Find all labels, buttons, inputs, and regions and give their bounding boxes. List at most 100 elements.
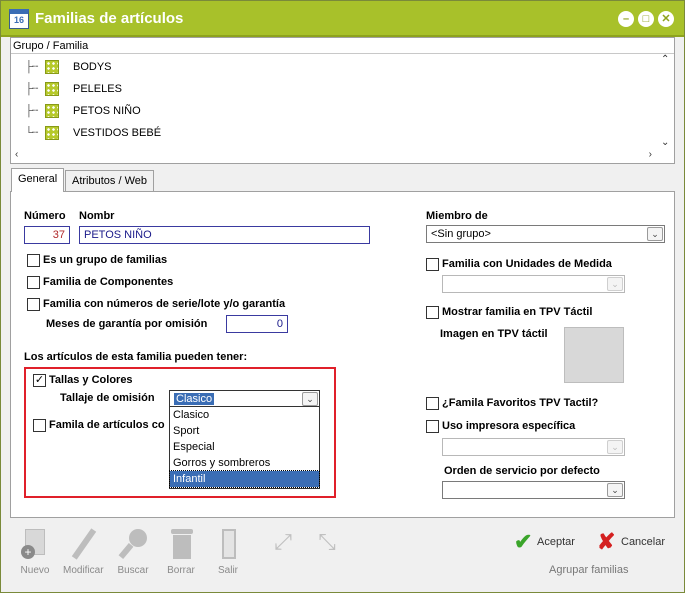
- chevron-down-icon[interactable]: ⌄: [647, 227, 663, 241]
- title-bar: 16 Familias de artículos – □ ✕: [1, 1, 684, 37]
- nuevo-label: Nuevo: [20, 565, 50, 576]
- tallas-colores-checkbox[interactable]: ✓: [33, 374, 46, 387]
- aceptar-button[interactable]: ✔ Aceptar: [514, 529, 584, 555]
- unidades-medida-select[interactable]: ⌄: [442, 275, 625, 293]
- tallaje-option[interactable]: Gorros y sombreros: [170, 455, 319, 471]
- collapse-button[interactable]: ⤡: [307, 527, 347, 565]
- tree-item-vestidos-bebe[interactable]: └╌ VESTIDOS BEBÉ: [25, 124, 161, 142]
- nombre-label: Nombr: [79, 210, 115, 222]
- salir-button[interactable]: Salir: [208, 527, 248, 576]
- articulos-heading: Los artículos de esta familia pueden ten…: [24, 351, 248, 363]
- tallaje-option[interactable]: Clasico: [170, 407, 319, 423]
- family-folder-icon: [45, 126, 59, 141]
- scroll-left-icon[interactable]: ‹: [15, 149, 18, 160]
- meses-garantia-label: Meses de garantía por omisión: [46, 318, 208, 330]
- familia-componentes-label: Familia de Componentes: [43, 276, 174, 288]
- chevron-down-icon[interactable]: ⌄: [607, 483, 623, 497]
- tree-item-bodys[interactable]: ├╌ BODYS: [25, 58, 112, 76]
- impresora-select[interactable]: ⌄: [442, 438, 625, 456]
- pencil-icon: [67, 527, 99, 561]
- buscar-label: Buscar: [117, 565, 149, 576]
- family-folder-icon: [45, 60, 59, 75]
- tallaje-dropdown-list: Clasico Sport Especial Gorros y sombrero…: [169, 406, 320, 489]
- expand-arrows-icon: ⤢: [274, 529, 292, 554]
- numero-label: Número: [24, 210, 66, 222]
- tree-item-label: VESTIDOS BEBÉ: [73, 127, 162, 139]
- familia-serie-checkbox[interactable]: [27, 298, 40, 311]
- modificar-button[interactable]: Modificar: [63, 527, 104, 576]
- unidades-medida-checkbox[interactable]: [426, 258, 439, 271]
- tallas-colores-label: Tallas y Colores: [49, 374, 133, 386]
- tree-item-label: PELELES: [73, 83, 122, 95]
- nuevo-button[interactable]: + Nuevo: [15, 527, 55, 576]
- favoritos-tpv-label: ¿Famila Favoritos TPV Tactil?: [442, 397, 599, 409]
- minimize-icon[interactable]: –: [618, 11, 634, 27]
- buscar-button[interactable]: Buscar: [113, 527, 153, 576]
- orden-servicio-select[interactable]: ⌄: [442, 481, 625, 499]
- tab-general[interactable]: General: [11, 168, 65, 192]
- tree-vertical-scrollbar[interactable]: ⌃ ⌄: [658, 54, 674, 148]
- chevron-down-icon[interactable]: ⌄: [607, 440, 623, 454]
- cancel-x-icon: ✘: [597, 529, 616, 554]
- tallaje-option[interactable]: Sport: [170, 423, 319, 439]
- uso-impresora-label: Uso impresora específica: [442, 420, 576, 432]
- familias-window: 16 Familias de artículos – □ ✕ Grupo / F…: [0, 0, 685, 593]
- tree-item-petos-nino[interactable]: ├╌ PETOS NIÑO: [25, 102, 141, 120]
- tallaje-option-highlighted[interactable]: Infantil: [169, 470, 320, 488]
- trash-icon: [165, 527, 197, 561]
- tree-connector: ├╌: [25, 105, 38, 117]
- tree-connector: └╌: [25, 127, 38, 139]
- chevron-down-icon[interactable]: ⌄: [607, 277, 623, 291]
- es-grupo-checkbox[interactable]: [27, 254, 40, 267]
- borrar-label: Borrar: [167, 565, 195, 576]
- uso-impresora-checkbox[interactable]: [426, 420, 439, 433]
- miembro-select[interactable]: <Sin grupo> ⌄: [426, 225, 665, 243]
- tree-column-header[interactable]: Grupo / Familia: [11, 38, 674, 54]
- tree-item-peleles[interactable]: ├╌ PELELES: [25, 80, 122, 98]
- familia-articulos-co-label: Famila de artículos co: [49, 419, 165, 431]
- collapse-arrows-icon: ⤡: [318, 529, 336, 554]
- imagen-tpv-placeholder[interactable]: [564, 327, 624, 383]
- tallaje-selected-value: Clasico: [174, 393, 215, 405]
- meses-garantia-field[interactable]: 0: [226, 315, 288, 333]
- family-tree: Grupo / Familia ├╌ BODYS ├╌ PELELES ├╌ PETO…: [10, 37, 675, 164]
- cancelar-button[interactable]: ✘ Cancelar: [597, 529, 667, 555]
- calendar-app-icon: 16: [9, 9, 29, 29]
- nombre-field[interactable]: PETOS NIÑO: [79, 226, 370, 244]
- scroll-up-icon[interactable]: ⌃: [661, 54, 669, 65]
- expand-button[interactable]: ⤢: [263, 527, 303, 565]
- salir-label: Salir: [217, 565, 238, 576]
- unidades-medida-label: Familia con Unidades de Medida: [442, 258, 612, 270]
- orden-servicio-label: Orden de servicio por defecto: [444, 465, 600, 477]
- tree-item-label: PETOS NIÑO: [73, 105, 141, 117]
- familia-componentes-checkbox[interactable]: [27, 276, 40, 289]
- tree-connector: ├╌: [25, 83, 38, 95]
- maximize-icon[interactable]: □: [638, 11, 654, 27]
- tree-horizontal-scrollbar[interactable]: ‹ ›: [11, 147, 674, 163]
- borrar-button[interactable]: Borrar: [161, 527, 201, 576]
- mostrar-tpv-checkbox[interactable]: [426, 306, 439, 319]
- agrupar-familias-button[interactable]: Agrupar familias: [549, 564, 628, 576]
- miembro-value: <Sin grupo>: [431, 228, 491, 240]
- tallaje-option[interactable]: Especial: [170, 439, 319, 455]
- window-title: Familias de artículos: [35, 10, 184, 27]
- tree-connector: ├╌: [25, 61, 38, 73]
- modificar-label: Modificar: [63, 565, 104, 576]
- favoritos-tpv-checkbox[interactable]: [426, 397, 439, 410]
- chevron-down-icon[interactable]: ⌄: [302, 392, 318, 406]
- close-icon[interactable]: ✕: [658, 11, 674, 27]
- familia-serie-label: Familia con números de serie/lote y/o ga…: [43, 298, 286, 310]
- door-exit-icon: [212, 527, 244, 561]
- familia-articulos-co-checkbox[interactable]: [33, 419, 46, 432]
- imagen-tpv-label: Imagen en TPV táctil: [440, 328, 548, 340]
- key-icon: [117, 527, 149, 561]
- tallaje-label: Tallaje de omisión: [60, 392, 155, 404]
- tab-atributos-web[interactable]: Atributos / Web: [65, 170, 154, 192]
- family-folder-icon: [45, 82, 59, 97]
- family-folder-icon: [45, 104, 59, 119]
- miembro-label: Miembro de: [426, 210, 488, 222]
- mostrar-tpv-label: Mostrar familia en TPV Táctil: [442, 306, 593, 318]
- scroll-right-icon[interactable]: ›: [649, 149, 652, 160]
- new-document-icon: +: [19, 527, 51, 561]
- numero-field[interactable]: 37: [24, 226, 70, 244]
